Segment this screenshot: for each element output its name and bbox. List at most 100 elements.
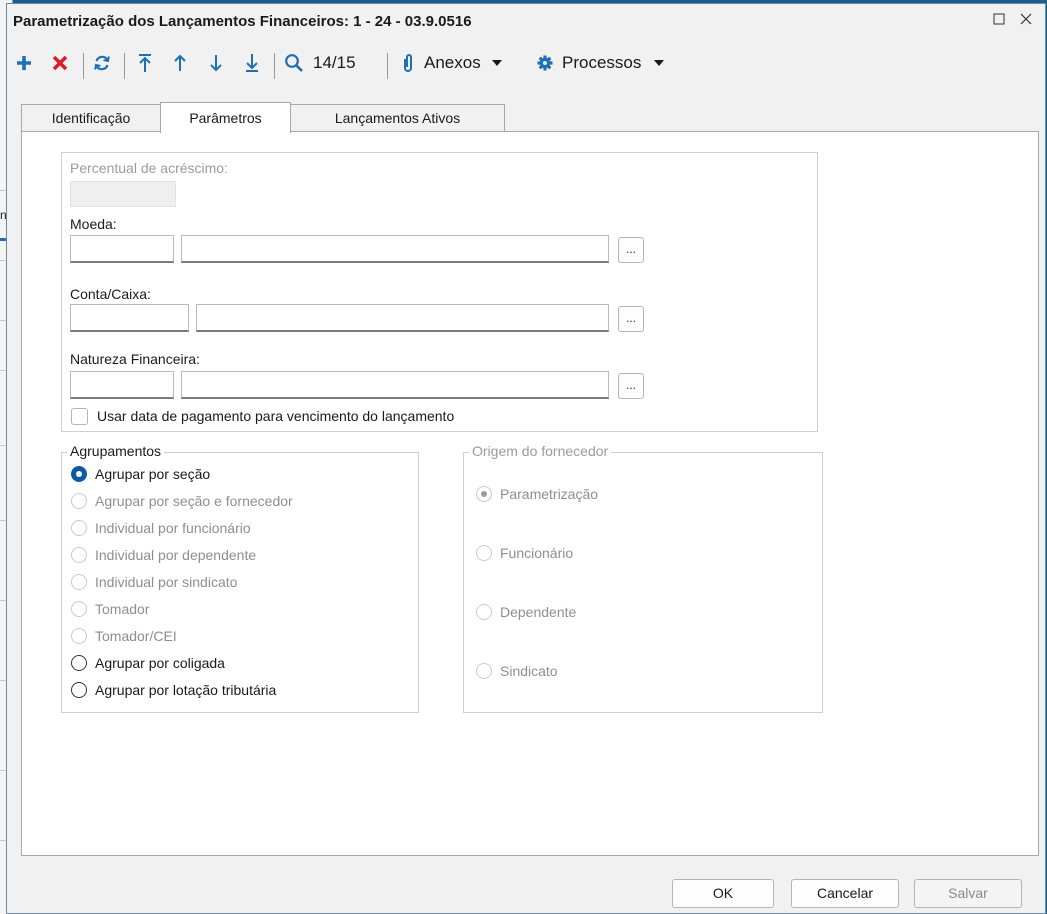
caret-down-icon [491, 60, 502, 66]
natureza-lookup-button[interactable]: ... [618, 373, 644, 399]
agrupamentos-option: Individual por sindicato [71, 571, 237, 593]
moeda-code-input[interactable] [70, 235, 174, 263]
radio-button[interactable] [71, 655, 87, 671]
radio-label: Tomador/CEI [95, 628, 177, 644]
percent-label: Percentual de acréscimo: [70, 160, 228, 176]
arrow-to-top-icon [139, 54, 151, 72]
radio-label: Individual por sindicato [95, 574, 238, 590]
tab-label: Parâmetros [189, 110, 262, 126]
radio-label: Individual por dependente [95, 547, 257, 563]
parameters-panel: Percentual de acréscimo: Moeda: ... Cont… [61, 152, 818, 432]
radio-label: Sindicato [500, 663, 558, 679]
toolbar-separator [124, 53, 125, 79]
moeda-lookup-button[interactable]: ... [618, 237, 644, 263]
save-button[interactable]: Salvar [914, 879, 1022, 908]
radio-label: Funcionário [500, 545, 574, 561]
agrupamentos-option: Tomador/CEI [71, 625, 177, 647]
origem-fornecedor-group: Origem do fornecedor Parametrização Funci… [463, 443, 823, 713]
radio-button[interactable] [71, 466, 87, 482]
tab-parametros[interactable]: Parâmetros [160, 102, 291, 133]
origem-legend: Origem do fornecedor [469, 443, 612, 459]
processes-menu-button[interactable]: Processos [536, 46, 686, 80]
agrupamentos-option: Individual por dependente [71, 544, 256, 566]
origem-option: Dependente [476, 601, 576, 623]
radio-button [476, 604, 492, 620]
radio-button [71, 547, 87, 563]
radio-label: Agrupar por lotação tributária [95, 682, 277, 698]
conta-caixa-lookup-button[interactable]: ... [618, 306, 644, 332]
agrupamentos-option: Individual por funcionário [71, 517, 251, 539]
agrupamentos-option[interactable]: Agrupar por lotação tributária [71, 679, 276, 701]
caret-down-icon [654, 60, 665, 66]
radio-button [71, 493, 87, 509]
agrupamentos-option: Agrupar por seção e fornecedor [71, 490, 293, 512]
agrupamentos-option[interactable]: Agrupar por seção [71, 463, 210, 485]
radio-label: Tomador [95, 601, 150, 617]
cancel-button[interactable]: Cancelar [791, 879, 899, 908]
origem-option: Parametrização [476, 483, 598, 505]
radio-button[interactable] [71, 682, 87, 698]
tab-lancamentos-ativos[interactable]: Lançamentos Ativos [290, 104, 505, 131]
tab-content-parametros: Percentual de acréscimo: Moeda: ... Cont… [21, 131, 1039, 856]
radio-button [476, 486, 492, 502]
search-icon [285, 54, 303, 72]
processes-label: Processos [562, 53, 642, 72]
radio-label: Dependente [500, 604, 577, 620]
tab-identificacao[interactable]: Identificação [21, 104, 161, 131]
tab-label: Identificação [51, 110, 131, 126]
attachments-menu-button[interactable]: Anexos [401, 46, 525, 80]
usar-data-checkbox[interactable] [71, 408, 88, 425]
last-record-button[interactable] [239, 46, 265, 80]
refresh-button[interactable] [89, 46, 115, 80]
first-record-button[interactable] [132, 46, 158, 80]
dialog-window: Parametrização dos Lançamentos Financeir… [6, 3, 1046, 914]
plus-icon [17, 56, 31, 70]
maximize-button[interactable] [988, 10, 1010, 32]
agrupamentos-option: Tomador [71, 598, 149, 620]
previous-record-button[interactable] [167, 46, 193, 80]
ok-button[interactable]: OK [672, 879, 774, 908]
search-button[interactable] [281, 46, 307, 80]
conta-caixa-description-input[interactable] [196, 304, 609, 332]
delete-button[interactable] [47, 46, 73, 80]
maximize-icon [993, 13, 1005, 25]
radio-label: Individual por funcionário [95, 520, 251, 536]
origem-option: Sindicato [476, 660, 558, 682]
record-position: 14/15 [313, 46, 373, 80]
gear-icon [537, 55, 553, 71]
tab-label: Lançamentos Ativos [334, 110, 461, 126]
moeda-description-input[interactable] [181, 235, 609, 263]
next-record-button[interactable] [203, 46, 229, 80]
record-position-text: 14/15 [313, 53, 356, 72]
agrupamentos-option[interactable]: Agrupar por coligada [71, 652, 225, 674]
radio-button [476, 663, 492, 679]
radio-label: Parametrização [500, 486, 599, 502]
conta-caixa-label: Conta/Caixa: [70, 286, 151, 302]
origem-option: Funcionário [476, 542, 573, 564]
conta-caixa-code-input[interactable] [70, 304, 189, 332]
add-button[interactable] [11, 46, 37, 80]
toolbar-separator [274, 53, 275, 79]
moeda-label: Moeda: [70, 216, 117, 232]
radio-button [476, 545, 492, 561]
arrow-up-icon [174, 54, 186, 71]
usar-data-label: Usar data de pagamento para vencimento d… [97, 408, 455, 424]
close-icon [1020, 13, 1032, 25]
arrow-to-bottom-icon [246, 54, 258, 72]
arrow-down-icon [210, 55, 222, 72]
agrupamentos-legend: Agrupamentos [67, 443, 165, 459]
natureza-description-input[interactable] [181, 371, 609, 399]
paperclip-icon [404, 54, 412, 72]
delete-x-icon [52, 55, 68, 71]
radio-button [71, 628, 87, 644]
toolbar-separator [83, 53, 84, 79]
percent-input[interactable] [70, 181, 176, 207]
title-bar[interactable]: Parametrização dos Lançamentos Financeir… [7, 4, 1045, 40]
attachments-label: Anexos [424, 53, 481, 72]
natureza-financeira-label: Natureza Financeira: [70, 351, 200, 367]
natureza-code-input[interactable] [70, 371, 174, 399]
close-button[interactable] [1015, 10, 1037, 32]
refresh-icon [94, 55, 110, 71]
radio-label: Agrupar por seção [95, 466, 211, 482]
window-title: Parametrização dos Lançamentos Financeir… [13, 13, 472, 30]
